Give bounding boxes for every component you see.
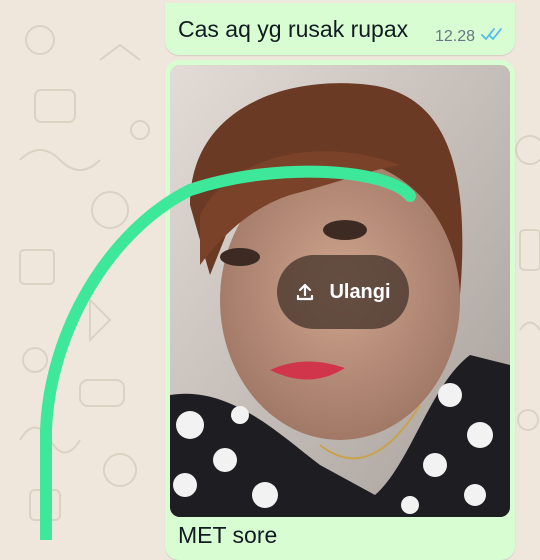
- double-check-read-icon: [481, 27, 503, 46]
- upload-icon: [295, 282, 315, 302]
- message-text: Cas aq yg rusak rupax: [178, 16, 409, 42]
- outgoing-image-bubble[interactable]: Ulangi MET sore: [165, 60, 515, 560]
- retry-label: Ulangi: [329, 280, 391, 303]
- image-thumbnail[interactable]: Ulangi: [170, 65, 510, 517]
- image-caption: MET sore: [178, 522, 278, 548]
- outgoing-message-bubble[interactable]: Cas aq yg rusak rupax 12.28: [165, 3, 515, 55]
- retry-upload-button[interactable]: Ulangi: [277, 255, 409, 329]
- message-meta: 12.28: [435, 27, 503, 46]
- message-time: 12.28: [434, 27, 475, 45]
